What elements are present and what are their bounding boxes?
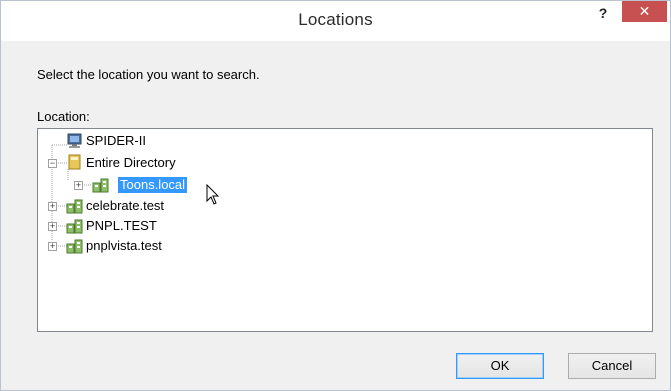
domain-icon — [92, 178, 109, 193]
collapse-icon[interactable]: − — [48, 159, 57, 168]
expand-icon[interactable]: + — [48, 242, 57, 251]
location-label: Location: — [37, 109, 90, 124]
expand-icon[interactable]: + — [48, 202, 57, 211]
location-tree[interactable]: SPIDER-II − Entire Directory + Toons.loc… — [37, 128, 653, 332]
ok-button[interactable]: OK — [456, 353, 544, 379]
instruction-text: Select the location you want to search. — [37, 67, 260, 82]
tree-item-spider-ii[interactable]: SPIDER-II — [86, 133, 146, 149]
mouse-cursor-icon — [206, 184, 220, 205]
title-bar[interactable]: Locations ? ✕ — [1, 1, 670, 41]
window-title: Locations — [298, 10, 373, 29]
directory-book-icon — [68, 154, 81, 170]
tree-item-pnpl-test[interactable]: PNPL.TEST — [86, 218, 157, 234]
computer-icon — [67, 133, 82, 148]
close-button[interactable]: ✕ — [622, 1, 667, 22]
expand-icon[interactable]: + — [48, 222, 57, 231]
tree-item-toons-local[interactable]: Toons.local — [118, 177, 188, 193]
tree-item-pnplvista-test[interactable]: pnplvista.test — [86, 238, 162, 254]
tree-item-celebrate-test[interactable]: celebrate.test — [86, 198, 164, 214]
domain-icon — [66, 199, 83, 214]
close-icon: ✕ — [638, 3, 651, 19]
locations-dialog: Locations ? ✕ Select the location you wa… — [0, 0, 671, 391]
domain-icon — [66, 239, 83, 254]
cancel-button[interactable]: Cancel — [568, 353, 656, 379]
tree-item-entire-directory[interactable]: Entire Directory — [86, 155, 176, 171]
domain-icon — [66, 219, 83, 234]
expand-icon[interactable]: + — [74, 181, 83, 190]
help-button[interactable]: ? — [585, 1, 621, 25]
